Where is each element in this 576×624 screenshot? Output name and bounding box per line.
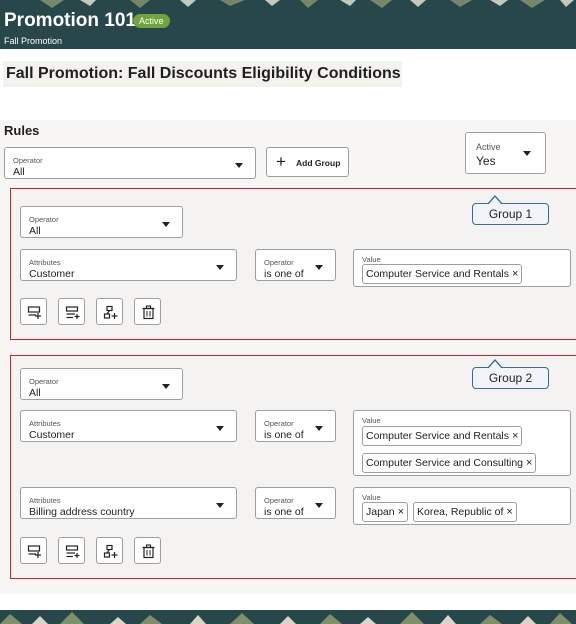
delete-icon [142,544,155,559]
add-subgroup-button[interactable] [96,298,123,325]
remove-chip-icon[interactable]: × [512,268,518,280]
group-1-operator-select[interactable]: Operator All [20,206,183,238]
remove-chip-icon[interactable]: × [526,457,532,469]
value-field[interactable]: Value Computer Service and Rentals × [353,249,571,287]
page-title: Fall Promotion: Fall Discounts Eligibili… [3,61,402,87]
promotion-subtitle: Fall Promotion [4,36,63,46]
value-chip: Computer Service and Rentals × [362,426,523,446]
value-label: Value [362,255,381,264]
attribute-label: Attributes [29,496,61,505]
condition-operator-value: is one of [264,429,304,441]
rules-label: Rules [4,123,40,138]
condition-operator-value: is one of [264,268,304,280]
attribute-label: Attributes [29,419,61,428]
add-condition-button[interactable] [20,537,47,564]
attribute-select[interactable]: Attributes Billing address country [20,487,237,519]
attribute-value: Customer [29,268,75,280]
add-subgroup-button[interactable] [96,537,123,564]
chevron-down-icon [162,384,170,389]
condition-operator-select[interactable]: Operator is one of [255,410,336,442]
group-2-operator-select[interactable]: Operator All [20,368,183,400]
value-label: Value [362,493,381,502]
add-rule-button[interactable] [58,298,85,325]
active-value: Yes [476,154,496,168]
chevron-down-icon [315,265,323,270]
rules-operator-select[interactable]: Operator All [4,147,256,179]
page-header: Promotion 101 Active Fall Promotion [0,0,576,49]
attribute-value: Billing address country [29,506,135,518]
rules-operator-label: Operator [13,156,43,165]
chevron-down-icon [523,151,531,156]
condition-operator-value: is one of [264,506,304,518]
add-rule-button[interactable] [58,537,85,564]
add-condition-icon [27,545,41,558]
group-1-callout: Group 1 [472,195,549,225]
add-rule-icon [65,545,80,558]
condition-operator-label: Operator [264,496,294,505]
add-condition-button[interactable] [20,298,47,325]
attribute-select[interactable]: Attributes Customer [20,410,237,442]
active-label: Active [476,142,501,152]
delete-group-button[interactable] [134,537,161,564]
rules-section: Rules Operator All + Add Group Active Ye… [0,120,576,594]
chevron-down-icon [315,426,323,431]
footer-decorative-band [0,610,576,624]
chevron-down-icon [235,163,243,168]
remove-chip-icon[interactable]: × [398,506,404,518]
delete-group-button[interactable] [134,298,161,325]
group-operator-label: Operator [29,377,59,386]
group-operator-value: All [29,225,41,237]
condition-operator-label: Operator [264,419,294,428]
header-decorative-pattern [0,0,576,8]
chip-text: Korea, Republic of [417,506,504,518]
attribute-select[interactable]: Attributes Customer [20,249,237,281]
add-subgroup-icon [103,544,118,558]
remove-chip-icon[interactable]: × [512,430,518,442]
value-chip: Computer Service and Consulting × [362,453,537,473]
active-select[interactable]: Active Yes [465,132,546,174]
value-field[interactable]: Value Japan × Korea, Republic of × [353,487,571,525]
group-operator-label: Operator [29,215,59,224]
chevron-down-icon [216,265,224,270]
group-2-callout: Group 2 [472,359,549,389]
rule-group-1: Group 1 Operator All Attributes Customer… [10,188,576,340]
add-group-label: Add Group [296,158,341,168]
chevron-down-icon [162,222,170,227]
group-operator-value: All [29,387,41,399]
condition-operator-label: Operator [264,258,294,267]
condition-operator-select[interactable]: Operator is one of [255,487,336,519]
chevron-down-icon [216,503,224,508]
attribute-label: Attributes [29,258,61,267]
rule-group-2: Group 2 Operator All Attributes Customer… [10,355,576,579]
add-group-button[interactable]: + Add Group [266,147,349,177]
add-rule-icon [65,306,80,319]
add-condition-icon [27,306,41,319]
value-label: Value [362,416,381,425]
chevron-down-icon [315,503,323,508]
status-badge: Active [133,14,170,28]
chip-text: Japan [366,506,395,518]
promotion-title: Promotion 101 [4,10,136,31]
condition-operator-select[interactable]: Operator is one of [255,249,336,281]
footer-pattern [0,610,576,624]
chip-text: Computer Service and Rentals [366,430,509,442]
chevron-down-icon [216,426,224,431]
chip-text: Computer Service and Rentals [366,268,509,280]
value-chip: Computer Service and Rentals × [362,264,523,284]
plus-icon: + [276,152,286,171]
remove-chip-icon[interactable]: × [506,506,512,518]
value-field[interactable]: Value Computer Service and Rentals × Comp… [353,410,571,476]
rules-operator-value: All [13,166,25,178]
value-chip: Japan × [362,502,409,522]
value-chip: Korea, Republic of × [413,502,517,522]
chip-text: Computer Service and Consulting [366,457,523,469]
add-subgroup-icon [103,305,118,319]
delete-icon [142,305,155,320]
attribute-value: Customer [29,429,75,441]
